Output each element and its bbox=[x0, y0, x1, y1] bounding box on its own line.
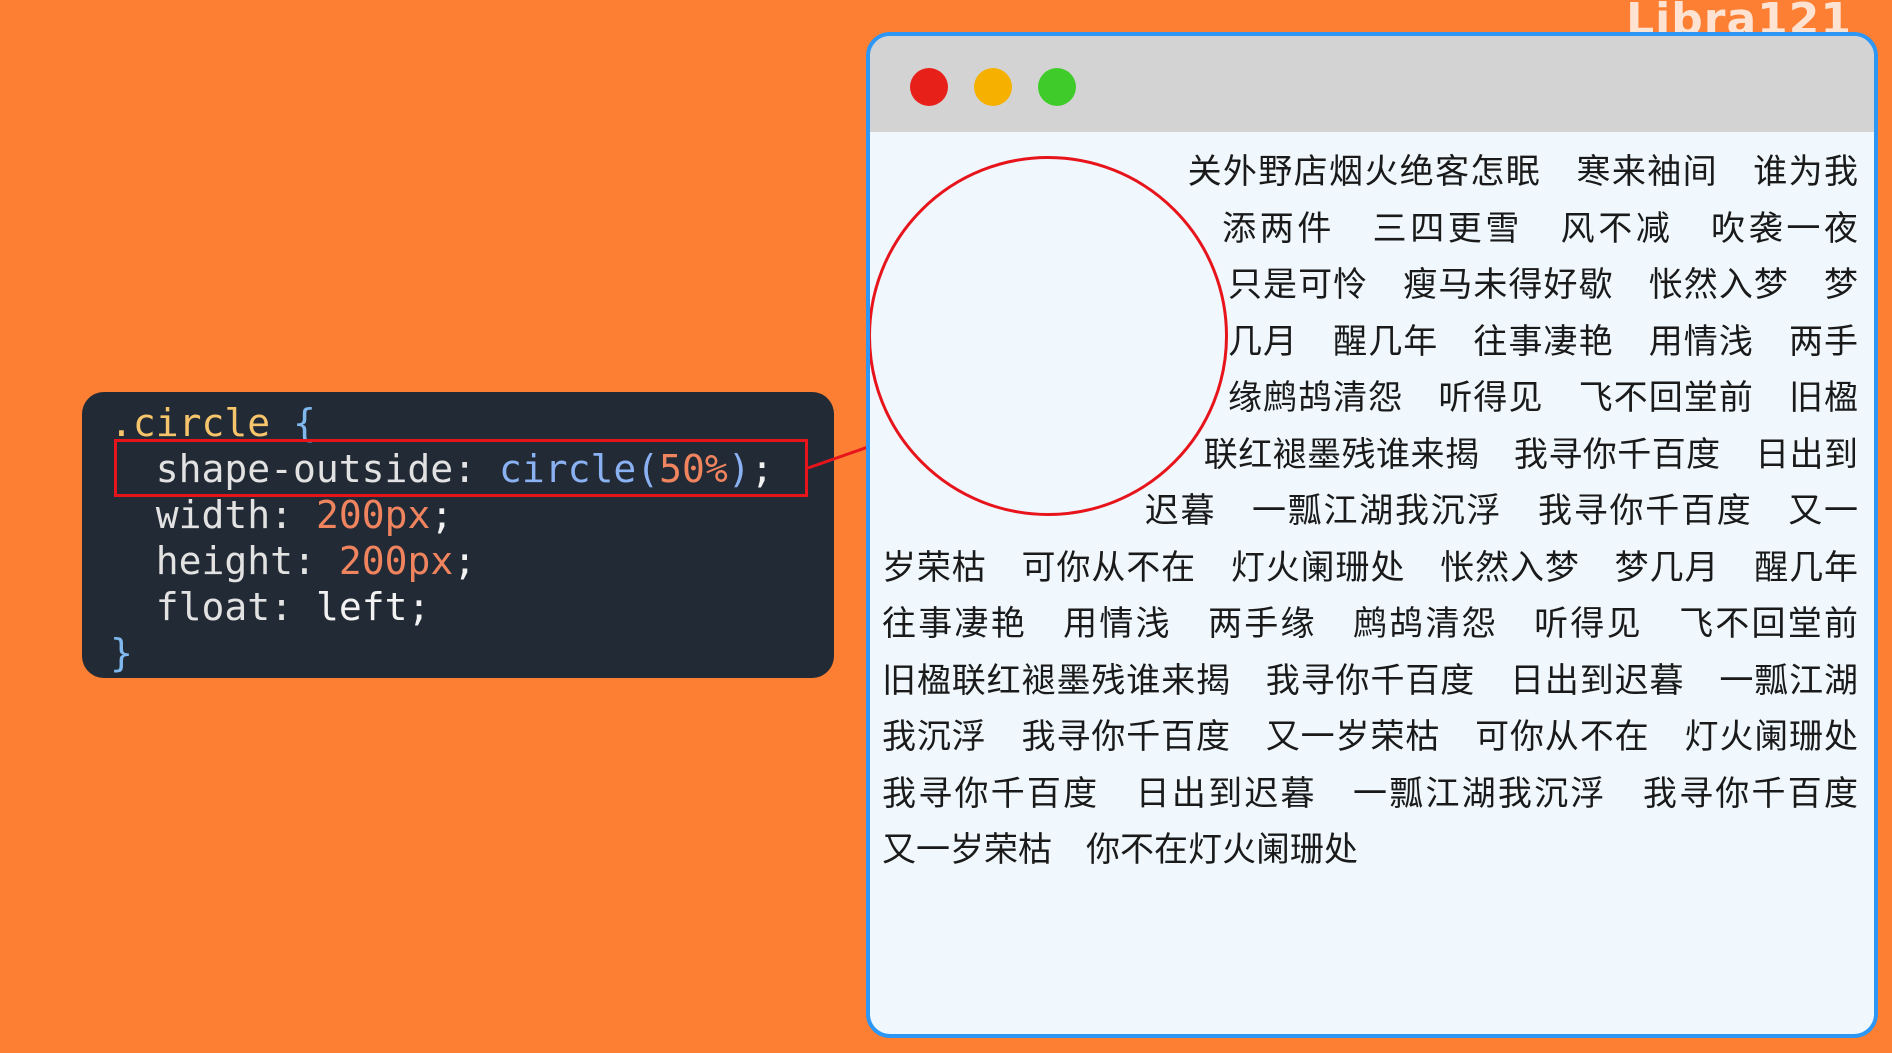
code-line-width: width: 200px; bbox=[110, 492, 453, 538]
semicolon: ; bbox=[430, 493, 454, 537]
floated-circle bbox=[870, 156, 1228, 516]
browser-window: 关外野店烟火绝客怎眠 寒来袖间 谁为我添两件 三四更雪 风不减 吹袭一夜 只是可… bbox=[866, 32, 1878, 1038]
maximize-button[interactable] bbox=[1038, 68, 1076, 106]
highlight-box bbox=[114, 439, 808, 497]
colon: : bbox=[293, 539, 316, 583]
minimize-button[interactable] bbox=[974, 68, 1012, 106]
code-line-close: } bbox=[110, 630, 133, 676]
code-line-float: float: left; bbox=[110, 584, 431, 630]
css-property: height bbox=[155, 539, 294, 583]
css-value: left bbox=[315, 585, 408, 629]
semicolon: ; bbox=[407, 585, 431, 629]
code-snippet-panel: .circle { shape-outside: circle(50%); wi… bbox=[82, 392, 834, 678]
css-value: 200px bbox=[338, 539, 454, 583]
brace-close: } bbox=[110, 631, 133, 675]
page-content: 关外野店烟火绝客怎眠 寒来袖间 谁为我添两件 三四更雪 风不减 吹袭一夜 只是可… bbox=[870, 132, 1874, 1034]
css-property: float bbox=[155, 585, 271, 629]
colon: : bbox=[270, 585, 294, 629]
title-bar bbox=[870, 36, 1874, 132]
close-button[interactable] bbox=[910, 68, 948, 106]
css-property: width bbox=[155, 493, 271, 537]
colon: : bbox=[270, 493, 294, 537]
css-value: 200px bbox=[315, 493, 431, 537]
semicolon: ; bbox=[453, 539, 477, 583]
code-line-height: height: 200px; bbox=[110, 538, 476, 584]
